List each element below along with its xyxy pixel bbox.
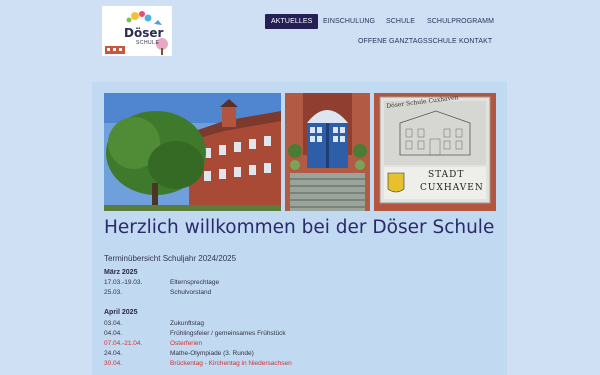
sign-line-3: CUXHAVEN: [420, 183, 484, 193]
event-title: Osterferien: [170, 340, 203, 347]
nav-item-schule[interactable]: SCHULE: [386, 18, 415, 25]
school-logo[interactable]: Döser SCHULE: [102, 6, 172, 56]
school-entrance-photo: [285, 93, 370, 211]
month-heading: April 2025: [104, 309, 138, 316]
event-title: Brückentag - Kirchentag in Niedersachsen: [170, 360, 292, 367]
schedule-heading: Terminübersicht Schuljahr 2024/2025: [104, 254, 237, 263]
nav-item-aktuelles[interactable]: AKTUELLES: [265, 14, 319, 29]
event-date: 25.03.: [104, 289, 123, 296]
event-title: Mathe-Olympiade (3. Runde): [170, 350, 254, 357]
nav-item-kontakt[interactable]: KONTAKT: [459, 38, 492, 45]
event-date: 03.04.: [104, 320, 123, 327]
event-title: Zukunftstag: [170, 320, 204, 327]
event-title: Elternsprechtage: [170, 279, 220, 286]
event-date: 24.04.: [104, 350, 123, 357]
nav-item-einschulung[interactable]: EINSCHULUNG: [323, 18, 375, 25]
page-title: Herzlich willkommen bei der Döser Schule: [104, 217, 495, 238]
event-title: Frühlingsfeier / gemeinsames Frühstück: [170, 330, 286, 337]
event-date: 17.03.-19.03.: [104, 279, 143, 286]
logo-title: Döser: [124, 26, 164, 40]
site-header: Döser SCHULE AKTUELLES EINSCHULUNG SCHUL…: [0, 0, 600, 63]
main-content: Döser Schule Cuxhaven STADT CUXHAVEN Her…: [92, 82, 507, 375]
school-building-photo: [104, 93, 281, 211]
sign-line-2: STADT: [428, 170, 465, 180]
school-sign-photo: Döser Schule Cuxhaven STADT CUXHAVEN: [374, 93, 496, 211]
event-title: Schulvorstand: [170, 289, 212, 296]
month-heading: März 2025: [104, 269, 138, 276]
event-date: 30.04.: [104, 360, 123, 367]
nav-item-schulprogramm[interactable]: SCHULPROGRAMM: [427, 18, 494, 25]
event-date: 07.04.-21.04.: [104, 340, 143, 347]
logo-subtitle: SCHULE: [136, 40, 160, 46]
event-date: 04.04.: [104, 330, 123, 337]
nav-item-offene-ganztagsschule[interactable]: OFFENE GANZTAGSSCHULE: [358, 38, 457, 45]
